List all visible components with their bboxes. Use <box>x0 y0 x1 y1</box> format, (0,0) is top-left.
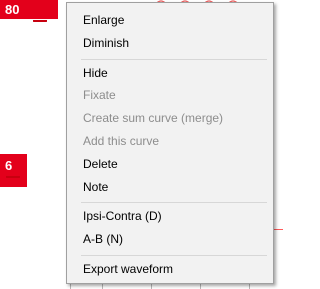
time-axis <box>40 284 283 289</box>
menu-item-note[interactable]: Note <box>69 176 271 198</box>
menu-item-ipsi-contra[interactable]: Ipsi-Contra (D) <box>69 205 271 227</box>
axis-tick <box>151 284 152 289</box>
menu-item-diminish[interactable]: Diminish <box>69 32 271 54</box>
app-window: 80 6 Enlarge Diminish Hide Fixate Create… <box>0 0 283 289</box>
menu-item-a-b[interactable]: A-B (N) <box>69 228 271 250</box>
menu-separator <box>81 202 267 203</box>
badge-underline-top <box>33 20 47 25</box>
menu-item-add-this-curve: Add this curve <box>83 134 160 148</box>
axis-tick <box>102 284 103 289</box>
context-menu: Enlarge Diminish Hide Fixate Create sum … <box>66 2 274 284</box>
badge-underline-mid <box>6 176 20 181</box>
menu-separator <box>81 255 267 256</box>
menu-item-create-sum-curve: Create sum curve (merge) <box>83 111 224 125</box>
channel-badge-mid[interactable]: 6 <box>0 154 27 187</box>
menu-item-delete[interactable]: Delete <box>69 153 271 175</box>
axis-tick <box>200 284 201 289</box>
axis-tick <box>249 284 250 289</box>
menu-item-export-waveform[interactable]: Export waveform <box>69 258 271 280</box>
menu-item-fixate: Fixate <box>83 88 116 102</box>
channel-badge-top[interactable]: 80 <box>0 0 58 19</box>
axis-tick <box>70 284 71 289</box>
menu-separator <box>81 59 267 60</box>
menu-item-hide[interactable]: Hide <box>69 62 271 84</box>
menu-item-enlarge[interactable]: Enlarge <box>69 9 271 31</box>
